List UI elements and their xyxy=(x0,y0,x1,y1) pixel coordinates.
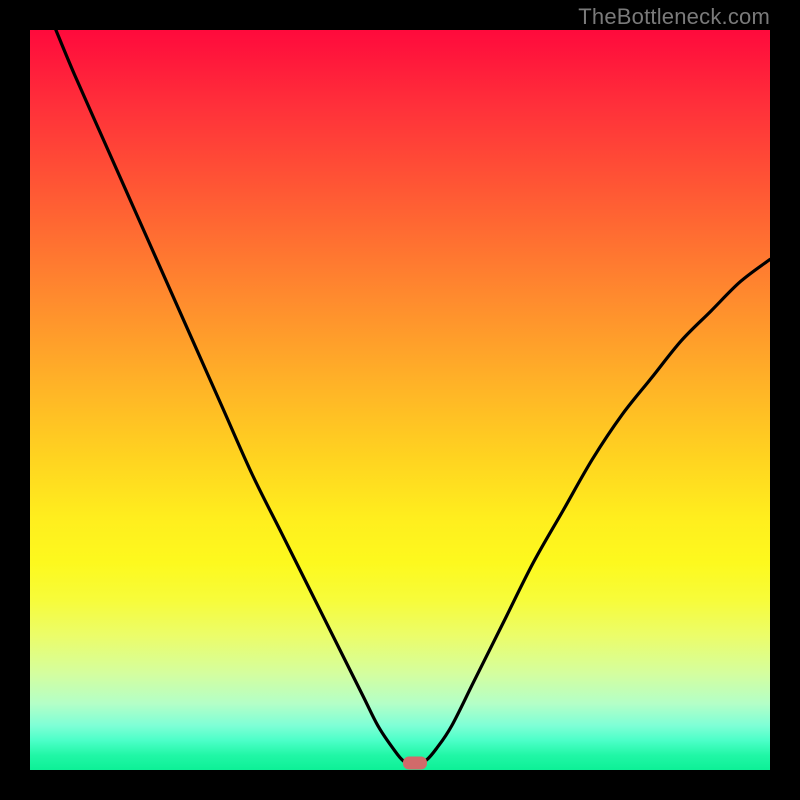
bottleneck-curve xyxy=(56,30,770,763)
plot-area xyxy=(30,30,770,770)
watermark-text: TheBottleneck.com xyxy=(578,4,770,30)
curve-svg xyxy=(30,30,770,770)
chart-frame: TheBottleneck.com xyxy=(0,0,800,800)
minimum-marker xyxy=(403,756,427,769)
